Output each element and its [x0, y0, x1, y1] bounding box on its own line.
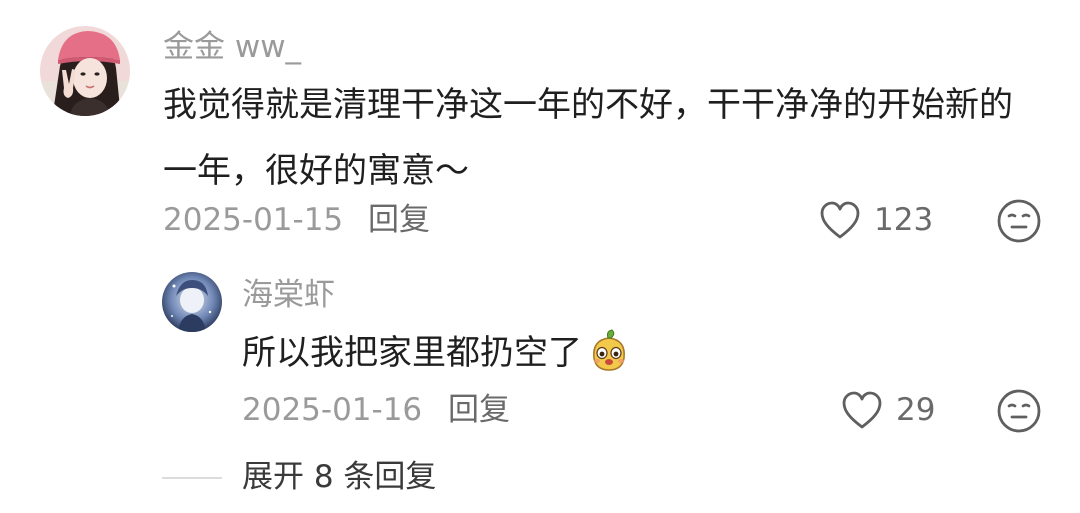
reply-avatar[interactable]	[162, 272, 222, 332]
avatar-image	[40, 26, 130, 116]
neutral-face-icon	[997, 389, 1041, 433]
reply-date: 2025-01-16	[242, 392, 423, 428]
avatar-image	[162, 272, 222, 332]
reply-reaction-button[interactable]	[996, 388, 1042, 434]
reply-reply-button[interactable]: 回复	[448, 386, 510, 434]
main-comment-like-button[interactable]: 123	[818, 196, 933, 244]
main-comment-date: 2025-01-15	[163, 202, 344, 238]
reply-text: 所以我把家里都扔空了	[242, 320, 632, 386]
main-comment-reaction-button[interactable]	[996, 198, 1042, 244]
reply-like-count: 29	[896, 392, 936, 428]
heart-outline-icon	[818, 200, 862, 240]
main-comment-text: 我觉得就是清理干净这一年的不好，干干净净的开始新的 一年，很好的寓意～	[163, 72, 1013, 204]
main-comment-username[interactable]: 金金 ww_	[163, 32, 301, 63]
expand-replies-button[interactable]: 展开 8 条回复	[242, 452, 436, 502]
yellow-cartoon-sticker-icon	[586, 328, 632, 374]
heart-outline-icon	[840, 390, 884, 430]
main-comment-reply-button[interactable]: 回复	[368, 196, 430, 244]
main-comment-meta: 2025-01-15 回复 123	[0, 196, 1080, 244]
expand-replies-row[interactable]: 展开 8 条回复	[0, 452, 1080, 502]
main-comment-line-1: 我觉得就是清理干净这一年的不好，干干净净的开始新的	[163, 85, 1013, 125]
main-comment-line-2: 一年，很好的寓意～	[163, 151, 469, 191]
neutral-face-icon	[997, 199, 1041, 243]
reply-meta: 2025-01-16 回复 29	[0, 386, 1080, 434]
reply-username[interactable]: 海棠虾	[242, 280, 335, 311]
main-comment-like-count: 123	[874, 202, 934, 238]
main-comment-avatar[interactable]	[40, 26, 130, 116]
expand-divider	[162, 477, 222, 479]
reply-like-button[interactable]: 29	[840, 386, 935, 434]
reply-text-content: 所以我把家里都扔空了	[242, 333, 582, 373]
